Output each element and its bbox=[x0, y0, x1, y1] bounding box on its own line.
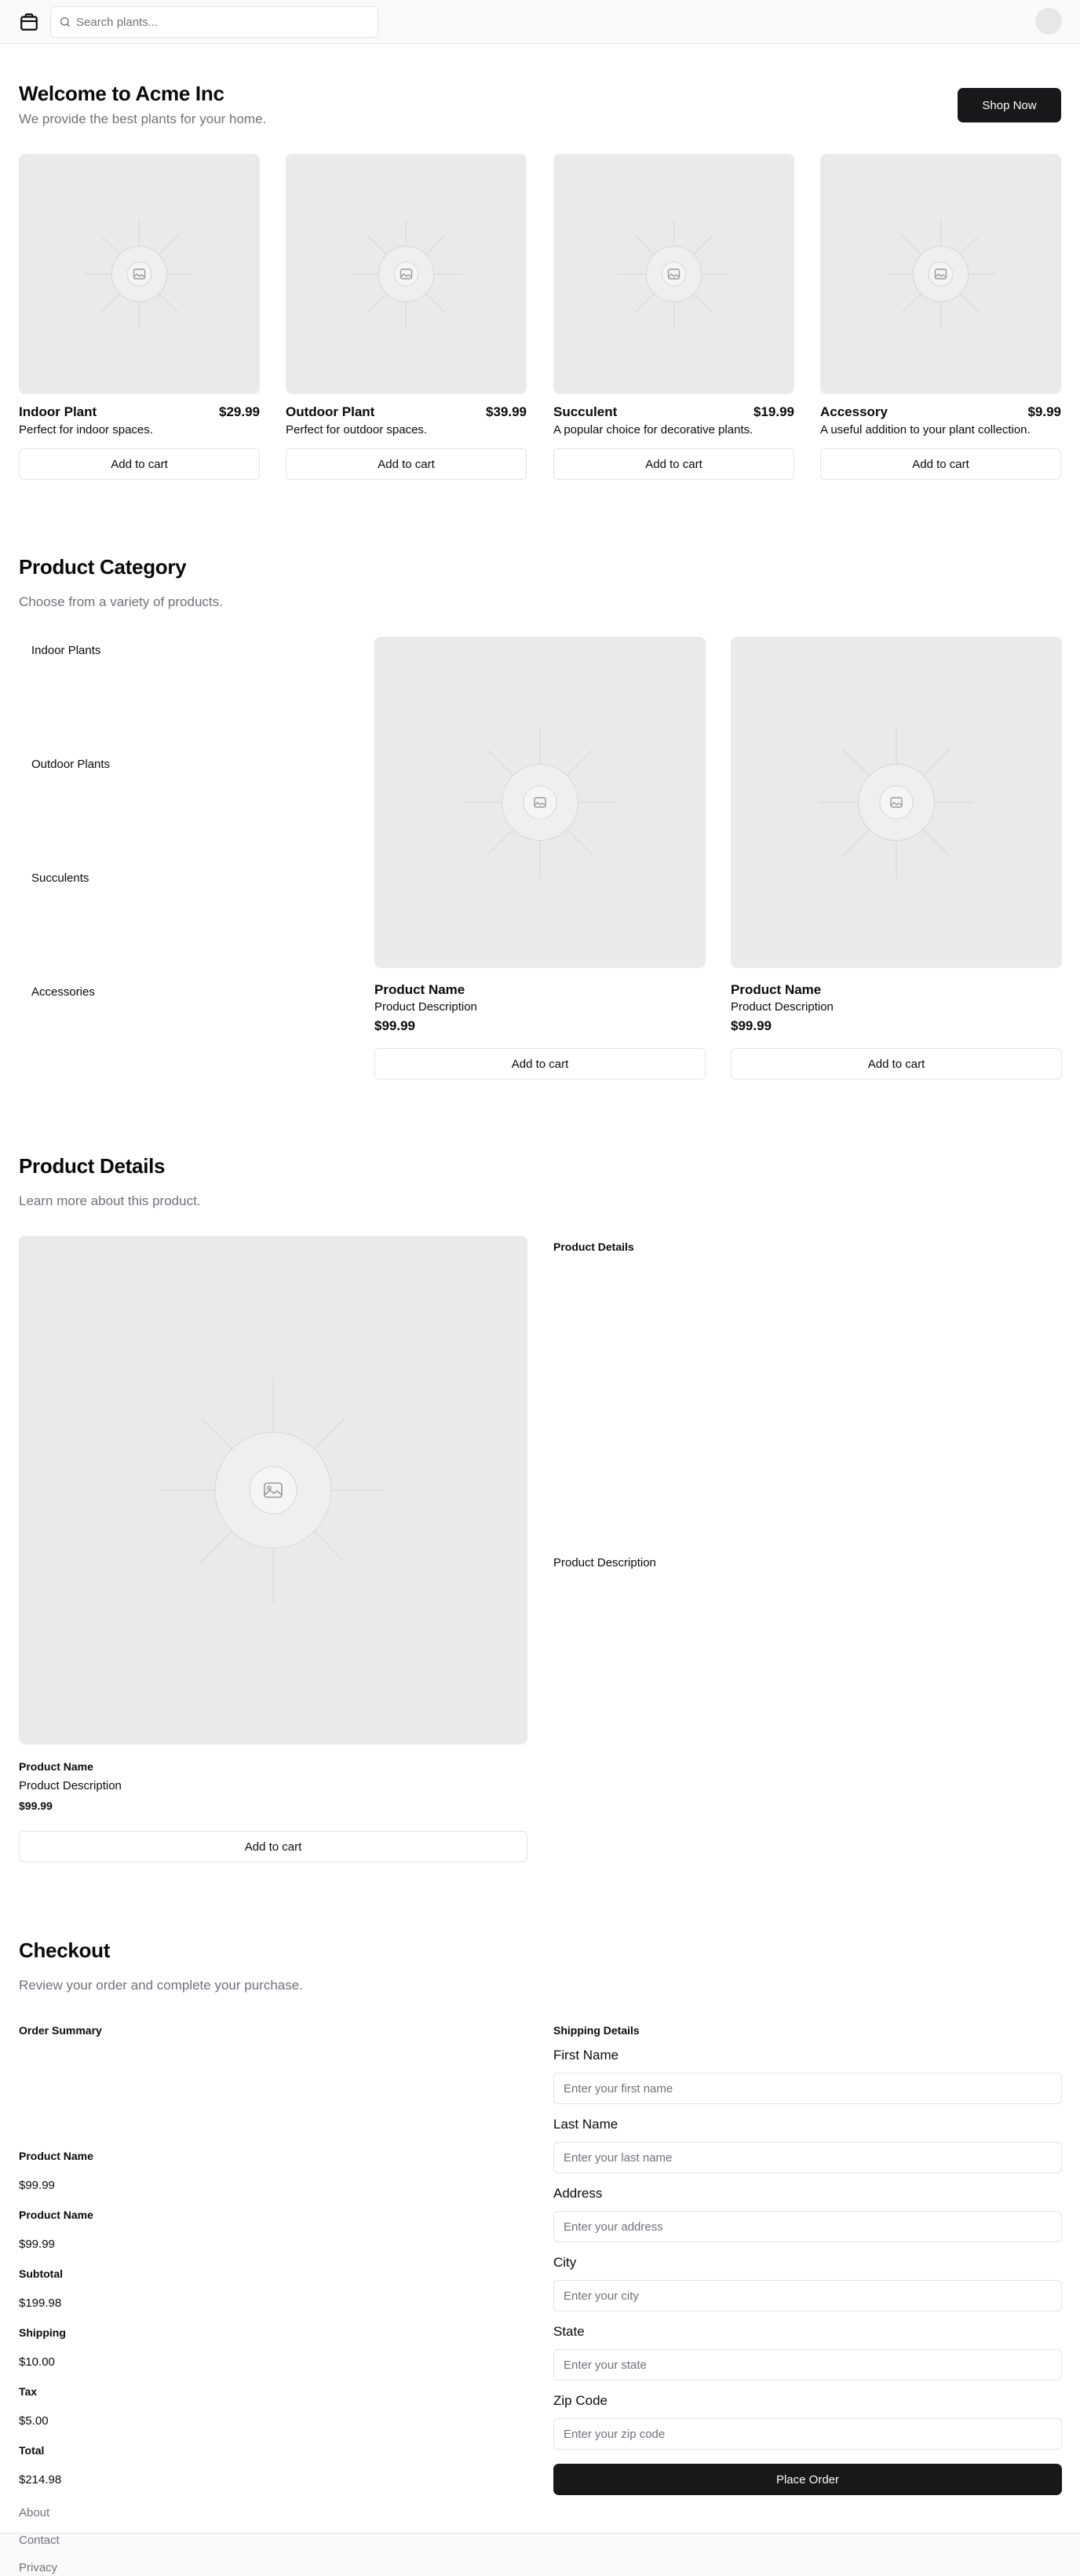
product-name: Product Name bbox=[374, 982, 465, 997]
image-placeholder-icon bbox=[885, 218, 996, 330]
product-image-placeholder bbox=[820, 154, 1061, 394]
checkout-title: Checkout bbox=[19, 1938, 111, 1962]
user-avatar[interactable] bbox=[1035, 8, 1062, 35]
image-placeholder-icon bbox=[84, 218, 195, 330]
image-placeholder-icon bbox=[819, 725, 973, 879]
search-icon bbox=[60, 17, 70, 27]
field-input[interactable] bbox=[553, 2142, 1062, 2173]
add-to-cart-button[interactable]: Add to cart bbox=[374, 1048, 706, 1080]
image-placeholder-icon bbox=[351, 218, 462, 330]
field-input[interactable] bbox=[553, 2073, 1062, 2104]
product-image-placeholder bbox=[731, 637, 1062, 968]
package-icon[interactable] bbox=[19, 12, 39, 32]
footer bbox=[0, 2533, 1080, 2576]
field-label: Zip Code bbox=[553, 2393, 608, 2408]
details-title: Product Details bbox=[19, 1154, 166, 1178]
details-side-heading: Product Details bbox=[553, 1240, 634, 1253]
product-description: A useful addition to your plant collecti… bbox=[820, 423, 1031, 437]
category-subtitle: Choose from a variety of products. bbox=[19, 594, 223, 609]
summary-line-value: $5.00 bbox=[19, 2414, 49, 2428]
product-price: $99.99 bbox=[374, 1018, 415, 1033]
product-image-placeholder bbox=[19, 1236, 527, 1745]
hero-subtitle: We provide the best plants for your home… bbox=[19, 111, 267, 126]
add-to-cart-button[interactable]: Add to cart bbox=[820, 448, 1061, 480]
product-price: $9.99 bbox=[1027, 404, 1061, 419]
field-label: State bbox=[553, 2324, 585, 2339]
footer-link-contact[interactable]: Contact bbox=[19, 2534, 60, 2547]
summary-line-value: $214.98 bbox=[19, 2473, 62, 2486]
summary-line-value: $199.98 bbox=[19, 2296, 62, 2310]
summary-line-label: Shipping bbox=[19, 2326, 66, 2339]
product-image-placeholder bbox=[19, 154, 260, 394]
field-input[interactable] bbox=[553, 2211, 1062, 2242]
place-order-button[interactable]: Place Order bbox=[553, 2464, 1062, 2495]
details-product-price: $99.99 bbox=[19, 1800, 53, 1812]
footer-link-privacy[interactable]: Privacy bbox=[19, 2561, 57, 2574]
summary-line-label: Product Name bbox=[19, 2150, 93, 2162]
summary-line-value: $99.99 bbox=[19, 2238, 55, 2251]
image-placeholder-icon bbox=[463, 725, 617, 879]
details-product-description: Product Description bbox=[19, 1779, 122, 1792]
checkout-subtitle: Review your order and complete your purc… bbox=[19, 1978, 303, 1993]
category-title: Product Category bbox=[19, 555, 187, 579]
product-image-placeholder bbox=[286, 154, 527, 394]
add-to-cart-button[interactable]: Add to cart bbox=[553, 448, 794, 480]
order-summary-heading: Order Summary bbox=[19, 2024, 102, 2037]
field-label: First Name bbox=[553, 2048, 619, 2063]
summary-line-label: Tax bbox=[19, 2385, 38, 2398]
product-name: Product Name bbox=[731, 982, 822, 997]
search-input[interactable] bbox=[76, 7, 374, 37]
category-item-outdoor-plants[interactable]: Outdoor Plants bbox=[31, 758, 110, 771]
details-side-description: Product Description bbox=[553, 1556, 656, 1569]
category-item-indoor-plants[interactable]: Indoor Plants bbox=[31, 644, 100, 657]
summary-line-label: Product Name bbox=[19, 2209, 93, 2221]
hero-title: Welcome to Acme Inc bbox=[19, 82, 224, 105]
product-price: $99.99 bbox=[731, 1018, 772, 1033]
category-item-accessories[interactable]: Accessories bbox=[31, 985, 95, 999]
shop-now-button[interactable]: Shop Now bbox=[958, 88, 1061, 122]
field-label: Last Name bbox=[553, 2117, 618, 2132]
product-description: Perfect for outdoor spaces. bbox=[286, 423, 428, 437]
image-placeholder-icon bbox=[160, 1377, 386, 1603]
top-header bbox=[0, 0, 1080, 44]
search-box[interactable] bbox=[50, 6, 378, 38]
product-description: A popular choice for decorative plants. bbox=[553, 423, 753, 437]
add-to-cart-button[interactable]: Add to cart bbox=[286, 448, 527, 480]
product-image-placeholder bbox=[374, 637, 706, 968]
summary-line-label: Subtotal bbox=[19, 2267, 63, 2280]
product-description: Perfect for indoor spaces. bbox=[19, 423, 153, 437]
details-product-name: Product Name bbox=[19, 1760, 93, 1773]
product-description: Product Description bbox=[374, 1000, 477, 1014]
product-price: $39.99 bbox=[486, 404, 527, 419]
summary-line-label: Total bbox=[19, 2444, 45, 2457]
field-label: City bbox=[553, 2255, 577, 2270]
footer-link-about[interactable]: About bbox=[19, 2506, 49, 2519]
field-input[interactable] bbox=[553, 2349, 1062, 2381]
product-price: $19.99 bbox=[753, 404, 794, 419]
field-label: Address bbox=[553, 2186, 603, 2201]
summary-line-value: $10.00 bbox=[19, 2355, 55, 2369]
product-price: $29.99 bbox=[219, 404, 260, 419]
add-to-cart-button[interactable]: Add to cart bbox=[19, 448, 260, 480]
field-input[interactable] bbox=[553, 2280, 1062, 2311]
summary-line-value: $99.99 bbox=[19, 2179, 55, 2192]
details-subtitle: Learn more about this product. bbox=[19, 1193, 201, 1208]
field-input[interactable] bbox=[553, 2418, 1062, 2450]
image-placeholder-icon bbox=[618, 218, 729, 330]
category-item-succulents[interactable]: Succulents bbox=[31, 871, 89, 885]
product-description: Product Description bbox=[731, 1000, 834, 1014]
shipping-details-heading: Shipping Details bbox=[553, 2024, 640, 2037]
add-to-cart-button[interactable]: Add to cart bbox=[731, 1048, 1062, 1080]
product-image-placeholder bbox=[553, 154, 794, 394]
details-add-to-cart-button[interactable]: Add to cart bbox=[19, 1831, 527, 1862]
